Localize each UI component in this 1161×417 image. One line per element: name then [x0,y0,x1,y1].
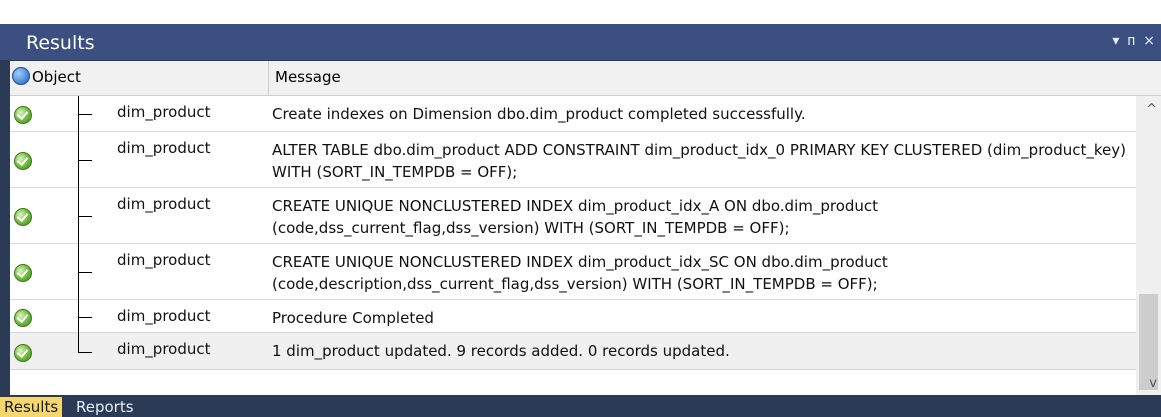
message-cell: Create indexes on Dimension dbo.dim_prod… [272,105,806,123]
dropdown-arrow-icon[interactable]: ▾ [1112,33,1119,49]
tree-connector-line [78,333,79,352]
message-cell: Procedure Completed [272,309,434,327]
success-check-icon [14,208,32,226]
column-divider[interactable] [268,61,269,95]
message-cell: CREATE UNIQUE NONCLUSTERED INDEX dim_pro… [272,253,888,293]
scroll-down-icon[interactable]: v [1149,376,1157,391]
window-controls: ▾ ᴨ × [1112,33,1155,49]
table-row[interactable]: dim_product Create indexes on Dimension d… [10,96,1136,132]
tab-reports[interactable]: Reports [72,397,138,417]
results-panel-titlebar: Results ▾ ᴨ × [0,24,1161,60]
table-row[interactable]: dim_product Procedure Completed [10,300,1136,333]
tree-branch-line [78,160,92,161]
pin-icon[interactable]: ᴨ [1127,33,1135,49]
panel-title: Results [26,32,95,54]
success-check-icon [14,106,32,124]
grid-body: dim_product Create indexes on Dimension d… [10,96,1136,370]
table-row[interactable]: dim_product ALTER TABLE dbo.dim_product A… [10,132,1136,188]
tree-branch-line [78,216,92,217]
grid-header: Object Message [10,61,1161,96]
table-row[interactable]: dim_product CREATE UNIQUE NONCLUSTERED IN… [10,188,1136,244]
object-cell: dim_product [117,103,211,121]
tab-results[interactable]: Results [0,397,63,417]
table-row[interactable]: dim_product CREATE UNIQUE NONCLUSTERED IN… [10,244,1136,300]
table-row[interactable]: dim_product 1 dim_product updated. 9 reco… [10,333,1136,370]
info-globe-icon [12,67,30,85]
column-header-message[interactable]: Message [275,68,341,86]
success-check-icon [14,309,32,327]
object-cell: dim_product [117,251,211,269]
close-icon[interactable]: × [1143,33,1155,49]
message-cell: ALTER TABLE dbo.dim_product ADD CONSTRAI… [272,141,1126,181]
success-check-icon [14,152,32,170]
vertical-scrollbar[interactable]: ^ v [1136,96,1161,395]
object-cell: dim_product [117,195,211,213]
bottom-tab-bar: Results Reports [0,395,1161,417]
scroll-up-icon[interactable]: ^ [1146,102,1157,117]
tree-branch-line [78,317,92,318]
success-check-icon [14,344,32,362]
object-cell: dim_product [117,340,211,358]
object-cell: dim_product [117,139,211,157]
tree-branch-line [78,352,92,353]
tree-branch-line [78,114,92,115]
column-header-object[interactable]: Object [32,68,81,86]
object-cell: dim_product [117,307,211,325]
results-grid: Object Message dim_product Create indexes… [10,61,1161,395]
tree-branch-line [78,272,92,273]
success-check-icon [14,264,32,282]
top-background-strip [0,0,1161,24]
message-cell: 1 dim_product updated. 9 records added. … [272,342,730,360]
message-cell: CREATE UNIQUE NONCLUSTERED INDEX dim_pro… [272,197,879,237]
